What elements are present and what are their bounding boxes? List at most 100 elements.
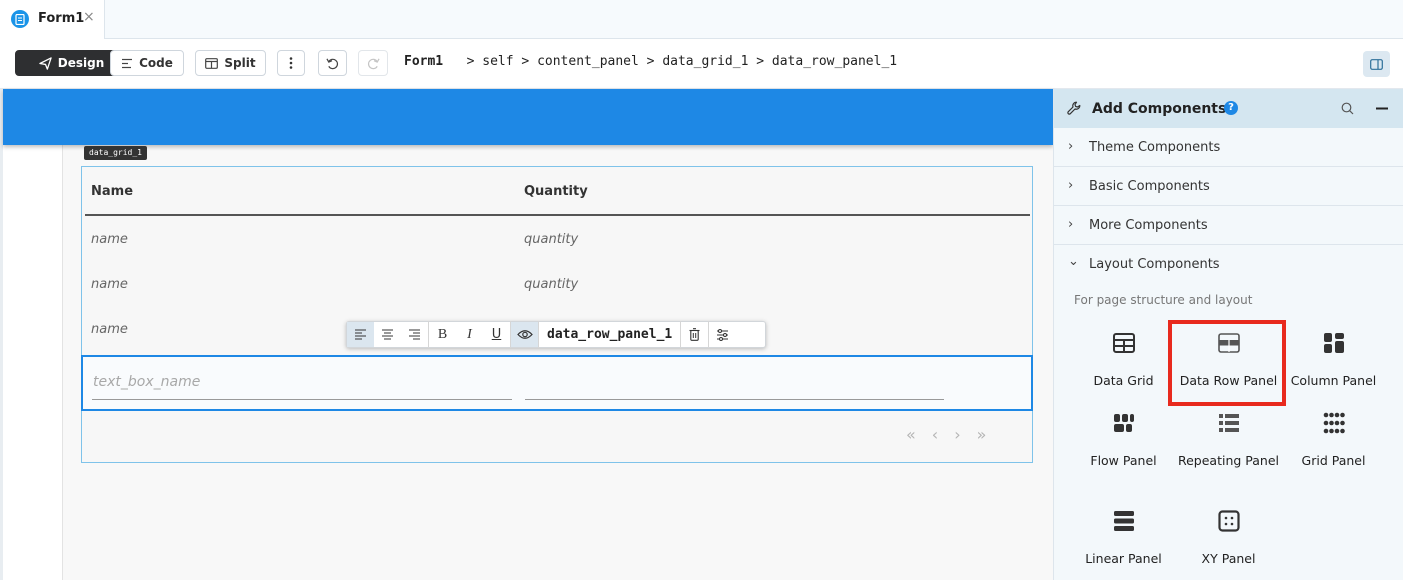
more-options-button[interactable] (277, 50, 305, 76)
grid-panel-icon (1323, 412, 1345, 434)
bold-button[interactable]: B (429, 322, 456, 347)
next-page-icon[interactable]: › (954, 425, 960, 444)
breadcrumb-item-self[interactable]: self (482, 54, 513, 69)
align-left-button[interactable] (347, 322, 374, 347)
component-label: XY Panel (1201, 551, 1256, 566)
component-tag: data_grid_1 (84, 146, 147, 160)
column-panel-icon (1323, 333, 1344, 353)
panel-header: Add Components ? (1054, 89, 1403, 128)
sliders-icon (717, 328, 729, 341)
component-column-panel[interactable]: Column Panel (1281, 332, 1386, 390)
component-label: Linear Panel (1085, 551, 1162, 566)
design-label: Design (57, 56, 105, 70)
align-center-icon (382, 329, 393, 340)
prev-page-icon[interactable]: ‹ (932, 425, 938, 444)
breadcrumb-sep: > (466, 54, 475, 69)
form-file-icon (11, 10, 29, 28)
properties-button[interactable] (709, 322, 736, 347)
toolbar: Design Code Split Form1 > self > content… (0, 39, 1403, 89)
data-row-panel[interactable]: text_box_name (81, 355, 1033, 411)
redo-icon (367, 58, 380, 69)
section-more-components[interactable]: › More Components (1054, 206, 1403, 245)
collapse-icon[interactable] (1376, 107, 1388, 110)
align-left-icon (355, 329, 366, 340)
column-header-name: Name (91, 184, 134, 199)
breadcrumb-sep: > (646, 54, 655, 69)
section-label: Layout Components (1089, 257, 1220, 272)
table-cell: name (91, 232, 128, 247)
component-xy-panel[interactable]: XY Panel (1176, 510, 1281, 568)
code-button[interactable]: Code (110, 50, 184, 76)
breadcrumb-item-data-row-panel[interactable]: data_row_panel_1 (772, 54, 897, 69)
text-box-name[interactable]: text_box_name (93, 374, 200, 390)
tab-form1[interactable]: Form1 × (0, 0, 105, 39)
panel-title: Add Components (1092, 101, 1227, 117)
section-label: Basic Components (1089, 179, 1210, 194)
toggle-sidebar-button[interactable] (1363, 51, 1390, 77)
component-linear-panel[interactable]: Linear Panel (1071, 510, 1176, 568)
section-basic-components[interactable]: › Basic Components (1054, 167, 1403, 206)
breadcrumb-sep: > (521, 54, 530, 69)
more-vertical-icon (289, 57, 293, 69)
underline-button[interactable]: U (483, 322, 510, 347)
align-right-icon (409, 329, 420, 340)
tab-bar: Form1 × (0, 0, 1403, 39)
pagination: « ‹ › » (906, 425, 986, 444)
delete-button[interactable] (681, 322, 708, 347)
align-center-button[interactable] (374, 322, 401, 347)
sidebar-panel-icon (1370, 58, 1383, 70)
section-layout-components[interactable]: ⌄ Layout Components (1054, 245, 1403, 284)
close-icon[interactable]: × (83, 9, 95, 25)
code-lines-icon (122, 58, 133, 68)
repeating-panel-icon (1218, 414, 1239, 432)
redo-button[interactable] (358, 50, 388, 76)
section-description: For page structure and layout (1074, 293, 1253, 307)
table-cell: name (91, 322, 128, 337)
italic-icon: I (467, 326, 472, 342)
component-name-label[interactable]: data_row_panel_1 (539, 327, 680, 342)
trash-icon (689, 328, 700, 341)
breadcrumb-item-data-grid[interactable]: data_grid_1 (662, 54, 748, 69)
tab-label: Form1 (38, 11, 85, 26)
section-theme-components[interactable]: › Theme Components (1054, 128, 1403, 167)
eye-icon (516, 330, 533, 339)
split-button[interactable]: Split (195, 50, 266, 76)
help-icon[interactable]: ? (1224, 101, 1238, 115)
first-page-icon[interactable]: « (906, 425, 916, 444)
last-page-icon[interactable]: » (977, 425, 987, 444)
breadcrumb-sep: > (756, 54, 765, 69)
table-cell: name (91, 277, 128, 292)
add-components-panel: Add Components ? › Theme Components › Ba… (1053, 89, 1403, 580)
table-cell: quantity (524, 232, 579, 247)
text-box-underline (92, 399, 512, 400)
component-label: Data Grid (1093, 373, 1154, 388)
chevron-right-icon: › (1068, 217, 1074, 232)
align-right-button[interactable] (401, 322, 428, 347)
search-icon[interactable] (1341, 102, 1354, 115)
component-toolbar: B I U data_row_panel_1 (346, 321, 766, 348)
section-label: Theme Components (1089, 140, 1221, 155)
component-label: Flow Panel (1090, 453, 1157, 468)
component-data-grid[interactable]: Data Grid (1071, 332, 1176, 390)
italic-button[interactable]: I (456, 322, 483, 347)
split-label: Split (224, 56, 256, 70)
breadcrumb: Form1 > self > content_panel > data_grid… (404, 54, 897, 69)
table-cell: quantity (524, 277, 579, 292)
data-grid[interactable]: Name Quantity name quantity name quantit… (81, 166, 1033, 463)
flow-panel-icon (1113, 414, 1134, 432)
component-repeating-panel[interactable]: Repeating Panel (1176, 412, 1281, 470)
chevron-right-icon: › (1068, 178, 1074, 193)
xy-panel-icon (1217, 510, 1240, 532)
breadcrumb-item-content-panel[interactable]: content_panel (537, 54, 639, 69)
component-flow-panel[interactable]: Flow Panel (1071, 412, 1176, 470)
visibility-button[interactable] (511, 322, 538, 347)
component-grid-panel[interactable]: Grid Panel (1281, 412, 1386, 470)
highlight-box (1168, 320, 1286, 406)
undo-button[interactable] (318, 50, 347, 76)
split-icon (205, 57, 219, 69)
bold-icon: B (437, 326, 448, 342)
form-header-bar[interactable] (3, 89, 1053, 145)
breadcrumb-root[interactable]: Form1 (404, 54, 443, 69)
text-box-quantity[interactable] (525, 399, 944, 400)
chevron-down-icon: ⌄ (1068, 254, 1079, 269)
